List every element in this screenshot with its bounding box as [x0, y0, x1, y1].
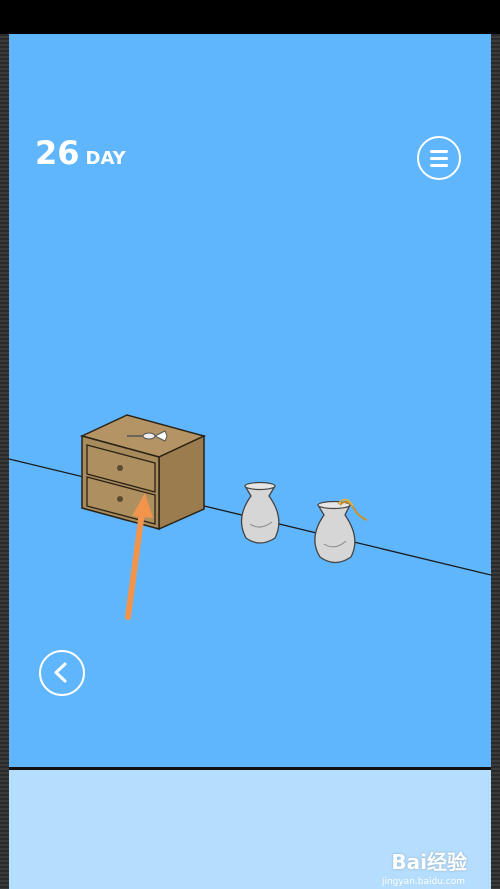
left-border: [0, 34, 9, 889]
day-label: DAY: [85, 148, 126, 169]
day-counter: 26 DAY: [35, 134, 126, 172]
inventory-panel: Bai经验 jingyan.baidu.com: [9, 770, 491, 889]
chevron-left-icon: [54, 662, 67, 683]
menu-button[interactable]: [417, 136, 461, 180]
drawer-knob: [117, 465, 123, 471]
watermark-url: jingyan.baidu.com: [381, 877, 465, 887]
right-border: [491, 34, 500, 889]
watermark-brand: Bai经验: [391, 850, 467, 874]
status-bar: [0, 0, 500, 34]
game-scene: 26 DAY: [9, 34, 491, 767]
day-number: 26: [35, 134, 80, 172]
vase-right[interactable]: [314, 498, 368, 564]
vase-left[interactable]: [240, 481, 280, 544]
back-button[interactable]: [39, 650, 85, 696]
drawer-knob: [117, 496, 123, 502]
